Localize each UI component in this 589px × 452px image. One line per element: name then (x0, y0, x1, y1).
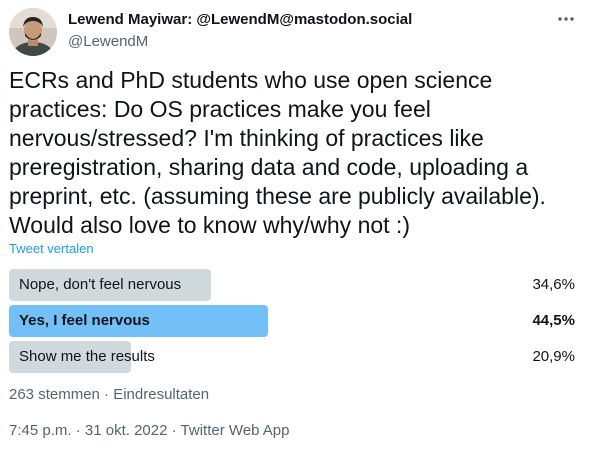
tweet-card: Lewend Mayiwar: @LewendM@mastodon.social… (0, 0, 589, 452)
poll-option-label: Nope, don't feel nervous (19, 276, 182, 293)
translate-tweet-link[interactable]: Tweet vertalen (9, 241, 94, 257)
poll-option: Yes, I feel nervous 44,5% (9, 305, 577, 337)
author-block: Lewend Mayiwar: @LewendM@mastodon.social… (68, 11, 412, 51)
separator: · (167, 422, 181, 439)
poll-option: Show me the results 20,9% (9, 341, 577, 373)
avatar-photo (9, 8, 57, 56)
author-display-name[interactable]: Lewend Mayiwar: @LewendM@mastodon.social (68, 11, 412, 29)
more-horizontal-icon (558, 17, 574, 21)
author-handle[interactable]: @LewendM (68, 33, 412, 51)
poll-option-label: Yes, I feel nervous (19, 312, 150, 329)
poll: Nope, don't feel nervous 34,6% Yes, I fe… (9, 269, 577, 377)
avatar[interactable] (9, 8, 57, 56)
separator: · (71, 422, 85, 439)
poll-option-label: Show me the results (19, 348, 155, 365)
tweet-date[interactable]: 31 okt. 2022 (85, 422, 168, 439)
poll-option-percent: 34,6% (532, 276, 575, 293)
poll-option-percent: 44,5% (532, 312, 575, 329)
more-options-button[interactable] (555, 8, 577, 30)
tweet-source: Twitter Web App (180, 422, 290, 439)
tweet-timestamp: 7:45 p.m. · 31 okt. 2022 · Twitter Web A… (9, 422, 289, 440)
tweet-time[interactable]: 7:45 p.m. (9, 422, 72, 439)
poll-meta: 263 stemmen · Eindresultaten (9, 386, 210, 403)
poll-option: Nope, don't feel nervous 34,6% (9, 269, 577, 301)
tweet-text: ECRs and PhD students who use open scien… (9, 67, 546, 238)
poll-option-percent: 20,9% (532, 348, 575, 365)
